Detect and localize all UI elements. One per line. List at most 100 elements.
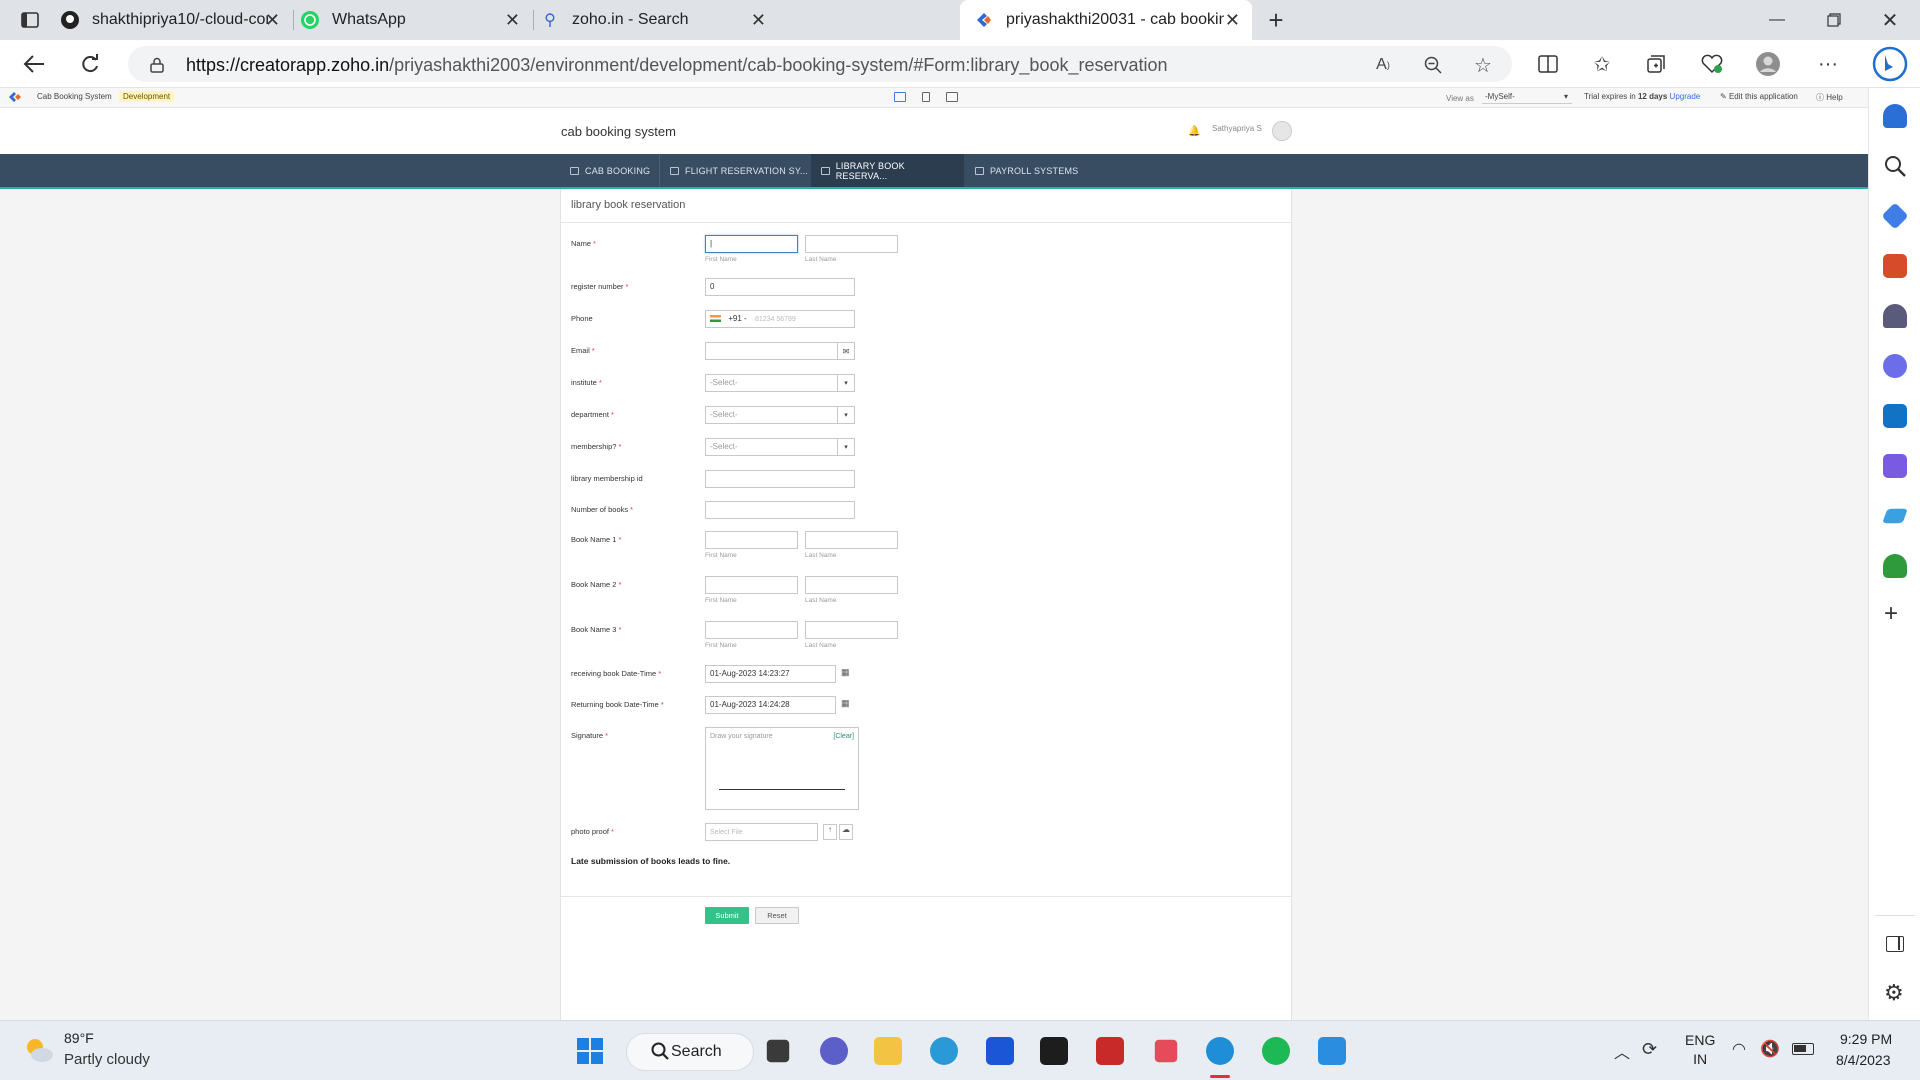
mobile-view-icon[interactable]: [946, 92, 958, 102]
tab-zoho-search[interactable]: ⚲ zoho.in - Search ✕: [536, 0, 956, 40]
task-view-icon[interactable]: [766, 1039, 790, 1063]
cloud-icon[interactable]: ☁: [839, 824, 853, 840]
tab-actions-icon[interactable]: [16, 6, 44, 34]
clock-time[interactable]: 9:29 PM: [1840, 1031, 1892, 1047]
nav-item-payroll-systems[interactable]: PAYROLL SYSTEMS: [965, 154, 1088, 187]
first-name-input[interactable]: |: [705, 235, 798, 253]
close-icon[interactable]: ✕: [1225, 10, 1240, 31]
outlook-icon[interactable]: [1883, 404, 1907, 428]
membership-id-input[interactable]: [705, 470, 855, 488]
tree-icon[interactable]: [1883, 554, 1907, 578]
weather-icon[interactable]: [22, 1035, 56, 1065]
weather-description[interactable]: Partly cloudy: [64, 1051, 150, 1068]
restore-button[interactable]: [1820, 6, 1848, 34]
new-tab-button[interactable]: +: [1262, 5, 1290, 35]
app-icon-creative-cloud[interactable]: [1040, 1037, 1068, 1065]
settings-gear-icon[interactable]: ⚙: [1884, 980, 1904, 1006]
read-aloud-icon[interactable]: A): [1372, 54, 1394, 76]
teams-chat-icon[interactable]: [820, 1037, 848, 1065]
tab-github[interactable]: shakthipriya10/-cloud-computin ✕: [56, 0, 292, 40]
send-icon[interactable]: [1882, 508, 1908, 524]
favorites-icon[interactable]: ✩: [1588, 50, 1616, 78]
close-icon[interactable]: ✕: [751, 10, 766, 31]
upgrade-link[interactable]: Upgrade: [1670, 92, 1701, 101]
email-input[interactable]: ✉: [705, 342, 855, 360]
dropdown-arrow-icon[interactable]: ▾: [837, 406, 855, 424]
tab-zoho-creator[interactable]: priyashakthi20031 - cab booking ✕: [960, 0, 1252, 40]
user-name[interactable]: Sathyapriya S: [1212, 124, 1262, 133]
upload-icon[interactable]: ↑: [823, 824, 837, 840]
institute-select[interactable]: -Select- ▾: [705, 374, 855, 392]
address-bar[interactable]: https://creatorapp.zoho.in/priyashakthi2…: [128, 46, 1512, 82]
bell-icon[interactable]: 🔔: [1188, 126, 1200, 137]
close-icon[interactable]: ✕: [265, 10, 280, 31]
microsoft-365-icon[interactable]: [1883, 354, 1907, 378]
search-icon[interactable]: [1883, 154, 1907, 178]
phone-input[interactable]: +91 - 81234 56789: [705, 310, 855, 328]
returning-datetime-input[interactable]: 01-Aug-2023 14:24:28: [705, 696, 836, 714]
photos-icon[interactable]: [1318, 1037, 1346, 1065]
india-flag-icon[interactable]: [710, 315, 721, 323]
register-number-input[interactable]: 0: [705, 278, 855, 296]
profile-icon[interactable]: [1754, 50, 1782, 78]
help-link[interactable]: ⓘ Help: [1816, 92, 1843, 103]
minimize-button[interactable]: —: [1763, 6, 1791, 34]
app-link[interactable]: Cab Booking System: [37, 92, 112, 101]
reset-button[interactable]: Reset: [755, 907, 799, 924]
snipping-tool-icon[interactable]: [1154, 1039, 1178, 1063]
back-button[interactable]: [20, 50, 48, 78]
browser-essentials-icon[interactable]: [1698, 50, 1726, 78]
tab-whatsapp[interactable]: WhatsApp ✕: [296, 0, 532, 40]
receiving-datetime-input[interactable]: 01-Aug-2023 14:23:27: [705, 665, 836, 683]
signature-clear-button[interactable]: [Clear]: [833, 733, 854, 740]
collections-icon[interactable]: [1642, 50, 1670, 78]
number-of-books-input[interactable]: [705, 501, 855, 519]
add-icon[interactable]: +: [1884, 600, 1898, 628]
book-2-last-input[interactable]: [805, 576, 898, 594]
last-name-input[interactable]: [805, 235, 898, 253]
edit-app-link[interactable]: ✎ Edit this application: [1720, 92, 1798, 101]
favorite-star-icon[interactable]: ☆: [1472, 54, 1494, 77]
avatar[interactable]: [1272, 121, 1292, 141]
submit-button[interactable]: Submit: [705, 907, 749, 924]
bing-copilot-icon[interactable]: [1870, 44, 1910, 84]
close-icon[interactable]: ✕: [505, 10, 520, 31]
zoom-out-icon[interactable]: [1422, 54, 1444, 76]
dropdown-arrow-icon[interactable]: ▾: [837, 438, 855, 456]
edge-icon-active[interactable]: [1206, 1037, 1234, 1065]
more-menu-icon[interactable]: ···: [1814, 50, 1842, 78]
calendar-icon[interactable]: ▦: [841, 698, 850, 709]
language-indicator[interactable]: ENG IN: [1685, 1031, 1715, 1069]
wifi-icon[interactable]: ◠: [1732, 1039, 1746, 1059]
close-window-button[interactable]: ✕: [1876, 6, 1904, 34]
file-explorer-icon[interactable]: [874, 1037, 902, 1065]
desktop-view-icon[interactable]: [894, 92, 906, 102]
edge-icon-1[interactable]: [930, 1037, 958, 1065]
dropdown-arrow-icon[interactable]: ▾: [837, 374, 855, 392]
clock-date[interactable]: 8/4/2023: [1836, 1052, 1891, 1068]
shopping-tag-icon[interactable]: [1881, 202, 1909, 230]
signature-pad[interactable]: Draw your signature [Clear]: [705, 727, 859, 810]
membership-select[interactable]: -Select- ▾: [705, 438, 855, 456]
app-icon-red[interactable]: [1096, 1037, 1124, 1065]
split-screen-icon[interactable]: [1534, 50, 1562, 78]
weather-temperature[interactable]: 89°F: [64, 1030, 94, 1046]
taskbar-search[interactable]: Search: [626, 1033, 754, 1071]
book-3-first-input[interactable]: [705, 621, 798, 639]
designer-icon[interactable]: [1883, 454, 1907, 478]
hide-sidebar-icon[interactable]: [1886, 936, 1904, 952]
tablet-view-icon[interactable]: [922, 92, 930, 102]
volume-muted-icon[interactable]: 🔇: [1760, 1039, 1780, 1059]
spotify-icon[interactable]: [1262, 1037, 1290, 1065]
chevron-up-icon[interactable]: ︿: [1614, 1039, 1630, 1063]
games-icon[interactable]: [1883, 304, 1907, 328]
view-as-select[interactable]: -MySelf- ▾: [1482, 91, 1572, 104]
calendar-icon[interactable]: ▦: [841, 667, 850, 678]
sync-icon[interactable]: ⟳: [1642, 1039, 1657, 1060]
notification-bell-icon[interactable]: [1883, 104, 1907, 128]
department-select[interactable]: -Select- ▾: [705, 406, 855, 424]
lock-icon[interactable]: [146, 54, 168, 76]
battery-icon[interactable]: [1792, 1043, 1814, 1055]
creator-logo-icon[interactable]: [8, 91, 22, 105]
photo-proof-input[interactable]: Select File: [705, 823, 818, 841]
